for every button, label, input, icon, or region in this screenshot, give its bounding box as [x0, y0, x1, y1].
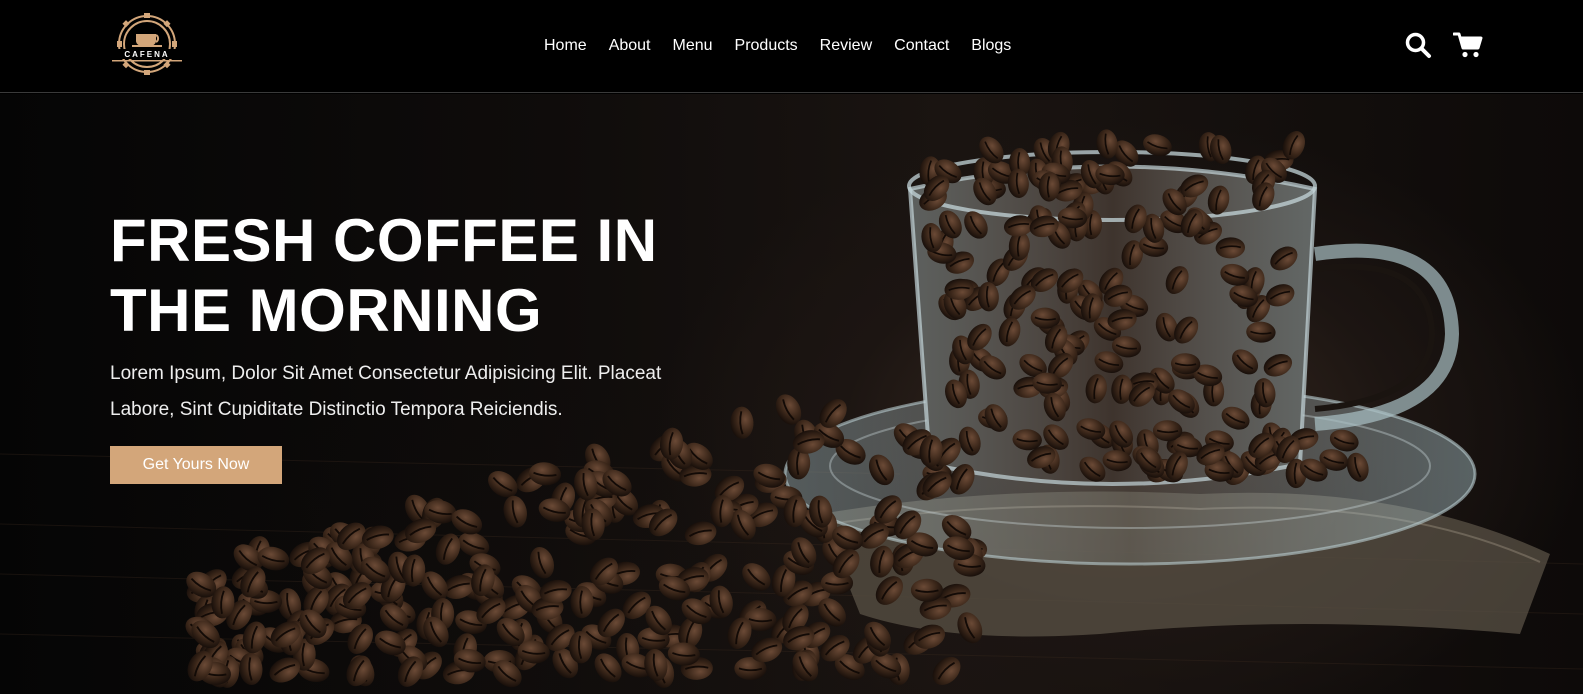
nav-contact[interactable]: Contact [894, 36, 949, 56]
logo-text: CAFENA [124, 50, 169, 59]
cart-button[interactable] [1453, 30, 1483, 60]
get-yours-now-button[interactable]: Get Yours Now [110, 446, 282, 484]
search-button[interactable] [1403, 30, 1433, 60]
coffee-bean [529, 546, 555, 579]
nav-products[interactable]: Products [735, 36, 798, 56]
hero-description-line-1: Lorem Ipsum, Dolor Sit Amet Consectetur … [110, 363, 662, 384]
hero-title-line-1: FRESH COFFEE IN [110, 207, 658, 274]
coffee-bean [503, 495, 527, 528]
nav-home[interactable]: Home [544, 36, 587, 56]
coffee-bean [1143, 134, 1172, 157]
nav-review[interactable]: Review [820, 36, 872, 56]
nav-blogs[interactable]: Blogs [971, 36, 1011, 56]
search-icon [1405, 32, 1431, 58]
site-header: CAFENA Home About Menu Products Review C… [0, 0, 1583, 93]
hero-description: Lorem Ipsum, Dolor Sit Amet Consectetur … [110, 356, 690, 428]
main-nav: Home About Menu Products Review Contact … [544, 36, 1033, 56]
hero-section: FRESH COFFEE IN THE MORNING Lorem Ipsum,… [0, 94, 1583, 694]
coffee-cup-gear-logo-icon: CAFENA [110, 13, 184, 75]
coffee-bean [742, 563, 771, 591]
header-actions [1403, 30, 1483, 60]
shopping-cart-icon [1453, 32, 1483, 58]
hero-title-line-2: THE MORNING [110, 277, 543, 344]
coffee-bean [932, 656, 961, 686]
coffee-bean [684, 521, 717, 546]
hero-description-line-2: Labore, Sint Cupiditate Distinctio Tempo… [110, 399, 563, 420]
nav-menu[interactable]: Menu [673, 36, 713, 56]
hero-title: FRESH COFFEE IN THE MORNING [110, 206, 710, 346]
cafena-logo[interactable]: CAFENA [110, 12, 184, 76]
nav-about[interactable]: About [609, 36, 651, 56]
